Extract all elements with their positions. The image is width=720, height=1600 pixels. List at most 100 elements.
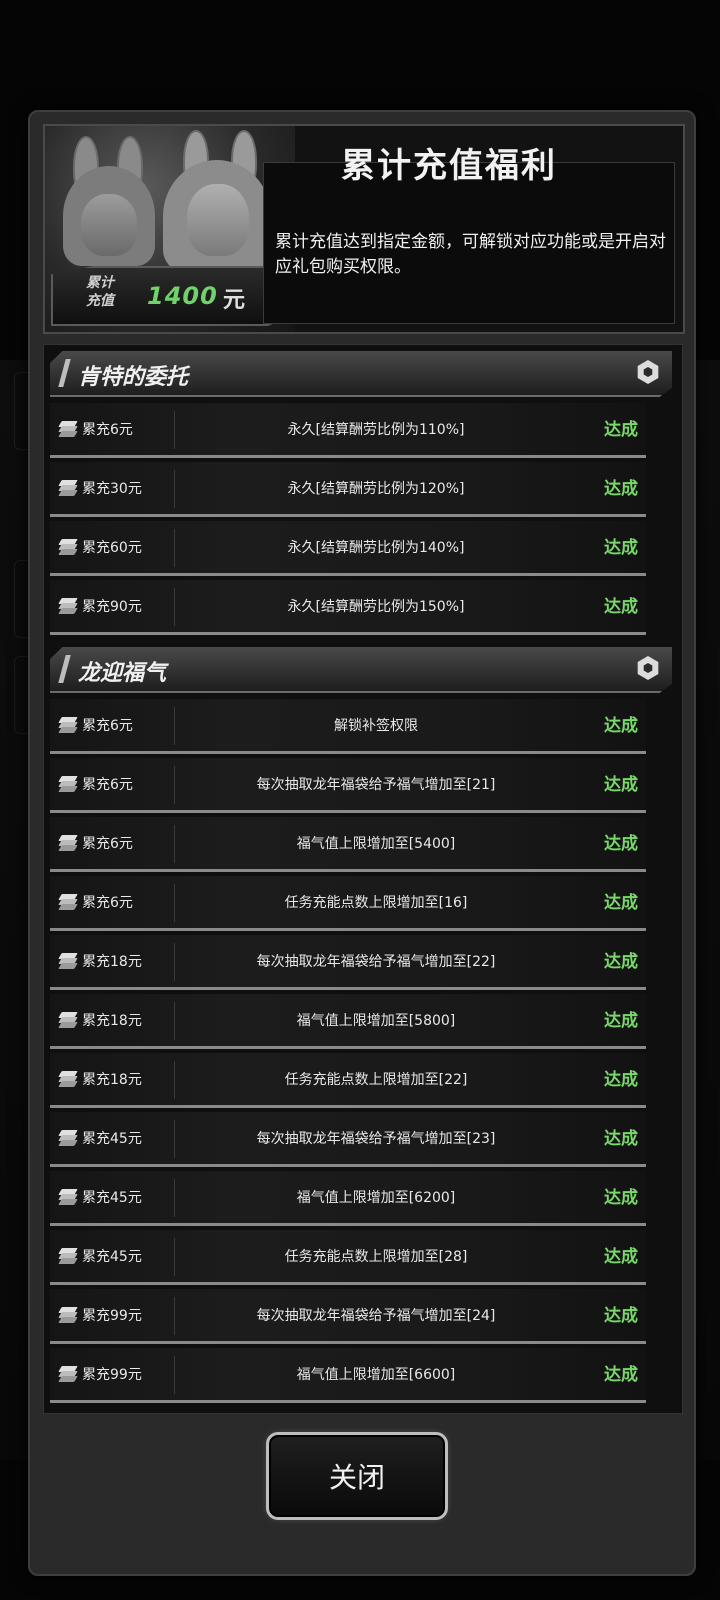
reward-row: 累充99元 每次抽取龙年福袋给予福气增加至[24] 达成 xyxy=(50,1289,646,1344)
section-header: 龙迎福气 xyxy=(50,647,672,693)
achieved-status: 达成 xyxy=(604,597,638,617)
reward-row: 累充6元 每次抽取龙年福袋给予福气增加至[21] 达成 xyxy=(50,758,646,813)
reward-benefit: 福气值上限增加至[5400] xyxy=(296,836,456,852)
divider xyxy=(174,588,175,626)
achieved-status: 达成 xyxy=(604,952,638,972)
character-portrait: 累计 充值 1400 元 xyxy=(45,126,295,332)
character-bunny-hood-left xyxy=(55,136,165,276)
recharge-requirement: 累充6元 xyxy=(82,836,133,852)
divider xyxy=(174,825,175,863)
divider xyxy=(174,529,175,567)
achieved-status: 达成 xyxy=(604,1188,638,1208)
layers-icon xyxy=(58,1071,78,1087)
recharge-requirement: 累充45元 xyxy=(82,1131,142,1147)
reward-row: 累充45元 福气值上限增加至[6200] 达成 xyxy=(50,1171,646,1226)
reward-benefit: 永久[结算酬劳比例为140%] xyxy=(287,540,465,556)
recharge-rewards-dialog: 累计 充值 1400 元 累计充值福利 累计充值达到指定金额，可解锁对应功能或是… xyxy=(28,110,696,1576)
recharge-requirement: 累充99元 xyxy=(82,1367,142,1383)
achieved-status: 达成 xyxy=(604,1011,638,1031)
reward-row: 累充18元 福气值上限增加至[5800] 达成 xyxy=(50,994,646,1049)
divider xyxy=(174,1002,175,1040)
recharge-requirement: 累充6元 xyxy=(82,422,133,438)
recharge-requirement: 累充18元 xyxy=(82,1072,142,1088)
total-recharge-unit: 元 xyxy=(223,288,246,313)
reward-row: 累充30元 永久[结算酬劳比例为120%] 达成 xyxy=(50,462,646,517)
divider xyxy=(174,470,175,508)
layers-icon xyxy=(58,539,78,555)
reward-row: 累充60元 永久[结算酬劳比例为140%] 达成 xyxy=(50,521,646,576)
recharge-requirement: 累充6元 xyxy=(82,895,133,911)
divider xyxy=(174,1061,175,1099)
reward-benefit: 永久[结算酬劳比例为110%] xyxy=(287,422,465,438)
achieved-status: 达成 xyxy=(604,1306,638,1326)
divider xyxy=(174,1179,175,1217)
reward-row: 累充18元 任务充能点数上限增加至[22] 达成 xyxy=(50,1053,646,1108)
reward-row: 累充6元 福气值上限增加至[5400] 达成 xyxy=(50,817,646,872)
divider xyxy=(174,884,175,922)
reward-benefit: 福气值上限增加至[6200] xyxy=(296,1190,456,1206)
rewards-list[interactable]: 肯特的委托 累充6元 永久[结算酬劳比例为110%] 达成 累充30元 永久[结算酬劳比例… xyxy=(43,344,683,1414)
layers-icon xyxy=(58,1189,78,1205)
recharge-requirement: 累充18元 xyxy=(82,954,142,970)
recharge-requirement: 累充45元 xyxy=(82,1249,142,1265)
section-title: 龙迎福气 xyxy=(78,661,167,686)
divider xyxy=(174,1120,175,1158)
layers-icon xyxy=(58,1366,78,1382)
reward-benefit: 任务充能点数上限增加至[22] xyxy=(284,1072,468,1088)
reward-row: 累充6元 永久[结算酬劳比例为110%] 达成 xyxy=(50,403,646,458)
divider xyxy=(174,1356,175,1394)
reward-row: 累充99元 福气值上限增加至[6600] 达成 xyxy=(50,1348,646,1403)
reward-row: 累充18元 每次抽取龙年福袋给予福气增加至[22] 达成 xyxy=(50,935,646,990)
reward-benefit: 每次抽取龙年福袋给予福气增加至[22] xyxy=(256,954,496,970)
close-button[interactable]: 关闭 xyxy=(266,1432,448,1520)
achieved-status: 达成 xyxy=(604,420,638,440)
hexagon-icon[interactable] xyxy=(637,656,659,680)
layers-icon xyxy=(58,894,78,910)
total-recharge-amount: 1400 xyxy=(147,282,218,310)
dialog-header: 累计 充值 1400 元 累计充值福利 累计充值达到指定金额，可解锁对应功能或是… xyxy=(43,124,685,334)
divider xyxy=(174,943,175,981)
divider xyxy=(174,1238,175,1276)
reward-benefit: 每次抽取龙年福袋给予福气增加至[21] xyxy=(256,777,496,793)
achieved-status: 达成 xyxy=(604,775,638,795)
reward-benefit: 每次抽取龙年福袋给予福气增加至[23] xyxy=(256,1131,496,1147)
reward-row: 累充90元 永久[结算酬劳比例为150%] 达成 xyxy=(50,580,646,635)
layers-icon xyxy=(58,1248,78,1264)
recharge-requirement: 累充90元 xyxy=(82,599,142,615)
layers-icon xyxy=(58,480,78,496)
total-recharge-label: 累计 充值 xyxy=(86,275,114,309)
achieved-status: 达成 xyxy=(604,893,638,913)
divider xyxy=(174,411,175,449)
recharge-requirement: 累充99元 xyxy=(82,1308,142,1324)
recharge-requirement: 累充6元 xyxy=(82,777,133,793)
reward-benefit: 每次抽取龙年福袋给予福气增加至[24] xyxy=(256,1308,496,1324)
reward-row: 累充6元 解锁补签权限 达成 xyxy=(50,699,646,754)
achieved-status: 达成 xyxy=(604,1129,638,1149)
divider xyxy=(174,1297,175,1335)
achieved-status: 达成 xyxy=(604,479,638,499)
recharge-requirement: 累充6元 xyxy=(82,718,133,734)
recharge-requirement: 累充18元 xyxy=(82,1013,142,1029)
dialog-title: 累计充值福利 xyxy=(341,146,557,186)
reward-row: 累充45元 每次抽取龙年福袋给予福气增加至[23] 达成 xyxy=(50,1112,646,1167)
reward-benefit: 永久[结算酬劳比例为150%] xyxy=(287,599,465,615)
total-recharge-plate: 累计 充值 1400 元 xyxy=(51,266,287,326)
layers-icon xyxy=(58,776,78,792)
achieved-status: 达成 xyxy=(604,1070,638,1090)
reward-benefit: 解锁补签权限 xyxy=(334,718,418,734)
section-title: 肯特的委托 xyxy=(78,365,189,390)
section-header: 肯特的委托 xyxy=(50,351,672,397)
reward-row: 累充45元 任务充能点数上限增加至[28] 达成 xyxy=(50,1230,646,1285)
achieved-status: 达成 xyxy=(604,538,638,558)
layers-icon xyxy=(58,717,78,733)
hexagon-icon[interactable] xyxy=(637,360,659,384)
recharge-requirement: 累充30元 xyxy=(82,481,142,497)
recharge-requirement: 累充60元 xyxy=(82,540,142,556)
reward-benefit: 永久[结算酬劳比例为120%] xyxy=(287,481,465,497)
achieved-status: 达成 xyxy=(604,1365,638,1385)
layers-icon xyxy=(58,421,78,437)
reward-row: 累充6元 任务充能点数上限增加至[16] 达成 xyxy=(50,876,646,931)
divider xyxy=(174,766,175,804)
reward-benefit: 福气值上限增加至[6600] xyxy=(296,1367,456,1383)
reward-benefit: 任务充能点数上限增加至[16] xyxy=(284,895,468,911)
